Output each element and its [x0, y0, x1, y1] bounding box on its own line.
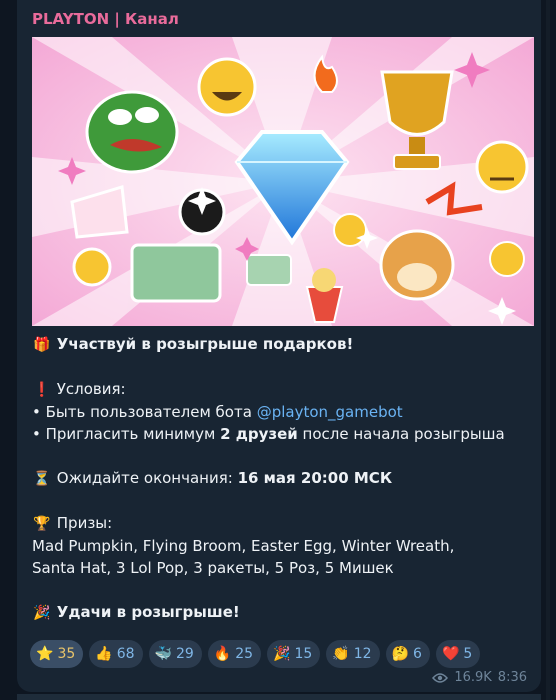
hourglass-icon: ⏳: [33, 471, 51, 487]
reaction-fire[interactable]: 🔥 25: [207, 640, 262, 668]
bullet-1-text: • Быть пользователем бота: [32, 403, 257, 421]
reaction-clap[interactable]: 👏 12: [326, 640, 380, 668]
reaction-star[interactable]: ⭐ 35: [30, 640, 84, 668]
scrollbar[interactable]: [546, 0, 550, 700]
prizes-line-2: Santa Hat, 3 Lol Pop, 3 ракеты, 5 Роз, 5…: [32, 559, 394, 577]
party-popper-icon: 🎉: [273, 646, 291, 662]
star-icon: ⭐: [36, 646, 54, 662]
reaction-count: 29: [175, 646, 194, 662]
message-bubble: PLAYTON | Канал 🎁 Участвуй в розыгрыше п…: [17, 0, 541, 692]
reaction-count: 68: [116, 646, 135, 662]
reactions-bar: ⭐ 35 👍 68 🐳 29 🔥 25 🎉 15 👏 12 🤔 6 ❤️ 5: [30, 640, 535, 668]
reaction-party[interactable]: 🎉 15: [267, 640, 321, 668]
post-image[interactable]: [32, 37, 534, 326]
reaction-count: 6: [413, 646, 422, 662]
prizes-title: Призы:: [56, 514, 113, 532]
next-message-edge: [17, 694, 541, 700]
reaction-heart[interactable]: ❤️ 5: [435, 640, 481, 668]
reaction-count: 5: [463, 646, 473, 662]
reaction-count: 35: [57, 646, 76, 662]
reaction-thinking[interactable]: 🤔 6: [385, 640, 430, 668]
bullet-2-bold: 2 друзей: [220, 425, 298, 443]
giveaway-illustration: [32, 37, 534, 326]
bullet-2-text: • Пригласить минимум: [32, 425, 221, 443]
reaction-whale[interactable]: 🐳 29: [148, 640, 202, 668]
good-luck-text: Удачи в розыгрыше!: [56, 603, 240, 621]
trophy-icon: 🏆: [33, 516, 51, 532]
end-date: 16 мая 20:00 МСК: [237, 469, 393, 487]
message-meta: 16.9K 8:36: [432, 670, 527, 685]
post-text: 🎁 Участвуй в розыгрыше подарков! ❗ Услов…: [32, 333, 532, 624]
exclamation-icon: ❗: [33, 382, 51, 398]
thinking-face-icon: 🤔: [391, 646, 410, 662]
wait-text: Ожидайте окончания:: [56, 469, 238, 487]
views-count: 16.9K: [454, 670, 492, 685]
eye-icon: [432, 672, 449, 683]
headline: Участвуй в розыгрыше подарков!: [56, 335, 354, 353]
whale-icon: 🐳: [154, 646, 172, 662]
conditions-title: Условия:: [56, 380, 126, 398]
reaction-thumbs-up[interactable]: 👍 68: [89, 640, 143, 668]
clap-icon: 👏: [332, 646, 350, 662]
party-popper-icon: 🎉: [33, 605, 51, 621]
reaction-count: 15: [294, 646, 313, 662]
reaction-count: 25: [235, 646, 254, 662]
bot-mention-link[interactable]: @playton_gamebot: [257, 403, 403, 421]
gift-icon: 🎁: [33, 337, 51, 353]
reaction-count: 12: [353, 646, 372, 662]
thumbs-up-icon: 👍: [95, 646, 113, 662]
message-time: 8:36: [497, 670, 527, 685]
heart-icon: ❤️: [441, 646, 460, 662]
prizes-line-1: Mad Pumpkin, Flying Broom, Easter Egg, W…: [32, 537, 455, 555]
bullet-2-tail: после начала розыгрыша: [297, 425, 505, 443]
frog-sticker: [85, 90, 179, 174]
fire-icon: 🔥: [213, 646, 232, 662]
channel-title[interactable]: PLAYTON | Канал: [32, 10, 179, 28]
